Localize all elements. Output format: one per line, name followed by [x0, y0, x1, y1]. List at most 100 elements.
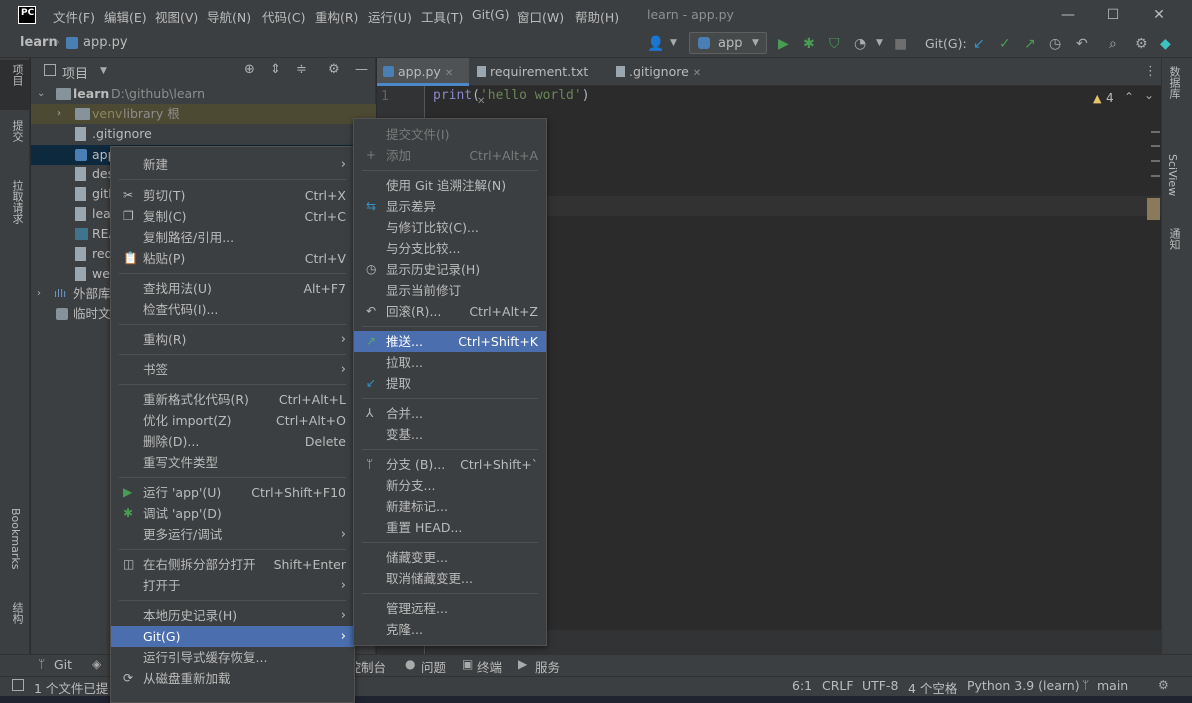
status-indent[interactable]: 4 个空格	[908, 678, 957, 697]
menu-item-clone[interactable]: 克隆...	[354, 619, 546, 640]
menu-window[interactable]: 窗口(W)	[517, 7, 564, 26]
menu-item-compare-branch[interactable]: 与分支比较...	[354, 238, 546, 259]
menu-navigate[interactable]: 导航(N)	[207, 7, 251, 26]
tab-requirement-txt[interactable]: requirement.txt ✕	[471, 58, 601, 107]
tab-gitignore[interactable]: .gitignore ✕	[610, 58, 710, 86]
commit-icon[interactable]: ✓	[999, 36, 1011, 52]
breadcrumb-project[interactable]: learn	[20, 35, 58, 50]
menu-item-fetch[interactable]: ↙ 提取	[354, 373, 546, 394]
menu-item-push[interactable]: ↗ 推送... Ctrl+Shift+K	[354, 331, 546, 352]
menu-item-reset-head[interactable]: 重置 HEAD...	[354, 517, 546, 538]
menu-run[interactable]: 运行(U)	[368, 7, 412, 26]
menu-item-find-usages[interactable]: 查找用法(U) Alt+F7	[111, 278, 354, 299]
menu-item-pull[interactable]: 拉取...	[354, 352, 546, 373]
menu-item-branches[interactable]: ᛘ 分支 (B)... Ctrl+Shift+`	[354, 454, 546, 475]
chevron-down-icon[interactable]: ▼	[100, 66, 107, 76]
tool-window-database[interactable]: 数据库	[1166, 66, 1182, 99]
menu-item-new[interactable]: 新建 ›	[111, 154, 354, 175]
menu-item-rebase[interactable]: 变基...	[354, 424, 546, 445]
status-encoding[interactable]: UTF-8	[862, 678, 898, 693]
chevron-up-icon[interactable]: ⌃	[1124, 90, 1134, 104]
user-icon[interactable]: 👤	[647, 36, 664, 52]
menu-item-manage-remotes[interactable]: 管理远程...	[354, 598, 546, 619]
debug-icon[interactable]: ✱	[803, 36, 815, 52]
menu-item-show-current-revision[interactable]: 显示当前修订	[354, 280, 546, 301]
locate-icon[interactable]: ⊕	[244, 62, 255, 77]
tool-window-project[interactable]: 项目	[9, 64, 25, 86]
menu-git[interactable]: Git(G)	[472, 7, 510, 22]
more-tabs-icon[interactable]: ⋮	[1144, 64, 1157, 79]
close-icon[interactable]: ✕	[1136, 4, 1182, 26]
tool-window-sciview[interactable]: SciView	[1166, 154, 1179, 196]
menu-item-unstash[interactable]: 取消储藏变更...	[354, 568, 546, 589]
tool-window-notifications[interactable]: 通知	[1166, 228, 1182, 250]
tree-row-gitignore[interactable]: .gitignore	[31, 124, 376, 144]
menu-item-stash[interactable]: 储藏变更...	[354, 547, 546, 568]
status-position[interactable]: 6:1	[792, 678, 812, 693]
menu-item-open-split[interactable]: ◫ 在右侧拆分部分打开 Shift+Enter	[111, 554, 354, 575]
menu-item-copy[interactable]: ❐ 复制(C) Ctrl+C	[111, 206, 354, 227]
chevron-down-icon[interactable]: ▼	[670, 38, 677, 48]
tab-app-py[interactable]: app.py ✕	[377, 58, 469, 86]
search-icon[interactable]: ⌕	[1109, 36, 1117, 52]
menu-item-reload-from-disk[interactable]: ⟳ 从磁盘重新加载	[111, 668, 354, 689]
status-message[interactable]: 1 个文件已提	[34, 678, 110, 697]
menu-item-merge[interactable]: ⅄ 合并...	[354, 403, 546, 424]
status-toggle-icon[interactable]	[12, 679, 24, 691]
tool-window-structure[interactable]: 结构	[9, 602, 25, 624]
menu-item-git[interactable]: Git(G) ›	[111, 626, 354, 647]
minimize-icon[interactable]: —	[1045, 4, 1091, 26]
expand-all-icon[interactable]: ⇕	[270, 62, 281, 77]
menu-item-refactor[interactable]: 重构(R) ›	[111, 329, 354, 350]
tool-git[interactable]: Git	[54, 657, 72, 672]
menu-view[interactable]: 视图(V)	[155, 7, 198, 26]
status-branch[interactable]: main	[1097, 678, 1128, 693]
tool-problems[interactable]: 问题	[421, 657, 446, 676]
menu-item-cache-recovery[interactable]: 运行引导式缓存恢复...	[111, 647, 354, 668]
menu-code[interactable]: 代码(C)	[262, 7, 305, 26]
menu-item-add[interactable]: + 添加 Ctrl+Alt+A	[354, 145, 546, 166]
menu-item-debug[interactable]: ✱ 调试 'app'(D)	[111, 503, 354, 524]
menu-item-commit-file[interactable]: 提交文件(I)	[354, 124, 546, 145]
run-config-select[interactable]: app ▼	[689, 32, 767, 54]
run-icon[interactable]: ▶	[778, 36, 789, 52]
menu-refactor[interactable]: 重构(R)	[315, 7, 358, 26]
menu-item-local-history[interactable]: 本地历史记录(H) ›	[111, 605, 354, 626]
stop-icon[interactable]: ■	[894, 36, 907, 52]
menu-file[interactable]: 文件(F)	[53, 7, 95, 26]
menu-item-inspect-code[interactable]: 检查代码(I)...	[111, 299, 354, 320]
profile-icon[interactable]: ◔	[854, 36, 866, 52]
menu-item-copy-path[interactable]: 复制路径/引用...	[111, 227, 354, 248]
hide-icon[interactable]: —	[355, 62, 368, 77]
chevron-down-icon[interactable]: ▼	[876, 38, 883, 48]
menu-item-override-file-type[interactable]: 重写文件类型	[111, 452, 354, 473]
tool-services[interactable]: 服务	[535, 657, 560, 676]
menu-item-new-tag[interactable]: 新建标记...	[354, 496, 546, 517]
breadcrumb-file[interactable]: app.py	[83, 35, 128, 50]
tool-window-bookmarks[interactable]: Bookmarks	[9, 508, 22, 569]
menu-item-open-in[interactable]: 打开于 ›	[111, 575, 354, 596]
tool-terminal[interactable]: 终端	[477, 657, 502, 676]
menu-item-annotate[interactable]: 使用 Git 追溯注解(N)	[354, 175, 546, 196]
tree-row-venv[interactable]: › venv library 根	[31, 104, 376, 124]
menu-item-reformat[interactable]: 重新格式化代码(R) Ctrl+Alt+L	[111, 389, 354, 410]
gear-icon[interactable]: ⚙	[1135, 36, 1148, 52]
menu-item-bookmarks[interactable]: 书签 ›	[111, 359, 354, 380]
status-line-separator[interactable]: CRLF	[822, 678, 854, 693]
menu-item-show-history[interactable]: ◷ 显示历史记录(H)	[354, 259, 546, 280]
rollback-icon[interactable]: ↶	[1076, 36, 1088, 52]
menu-item-run[interactable]: ▶ 运行 'app'(U) Ctrl+Shift+F10	[111, 482, 354, 503]
menu-item-more-run-debug[interactable]: 更多运行/调试 ›	[111, 524, 354, 545]
warning-icon[interactable]: ▲	[1093, 92, 1101, 105]
menu-tools[interactable]: 工具(T)	[421, 7, 463, 26]
notifications-icon[interactable]: ⚙	[1158, 678, 1169, 692]
history-icon[interactable]: ◷	[1049, 36, 1061, 52]
menu-item-optimize-imports[interactable]: 优化 import(Z) Ctrl+Alt+O	[111, 410, 354, 431]
menu-edit[interactable]: 编辑(E)	[104, 7, 147, 26]
menu-item-show-diff[interactable]: ⇆ 显示差异	[354, 196, 546, 217]
menu-item-new-branch[interactable]: 新分支...	[354, 475, 546, 496]
menu-item-cut[interactable]: ✂ 剪切(T) Ctrl+X	[111, 185, 354, 206]
scrollbar-marker[interactable]	[1147, 198, 1160, 220]
menu-item-delete[interactable]: 删除(D)... Delete	[111, 431, 354, 452]
tool-window-commit[interactable]: 提交	[9, 120, 25, 142]
